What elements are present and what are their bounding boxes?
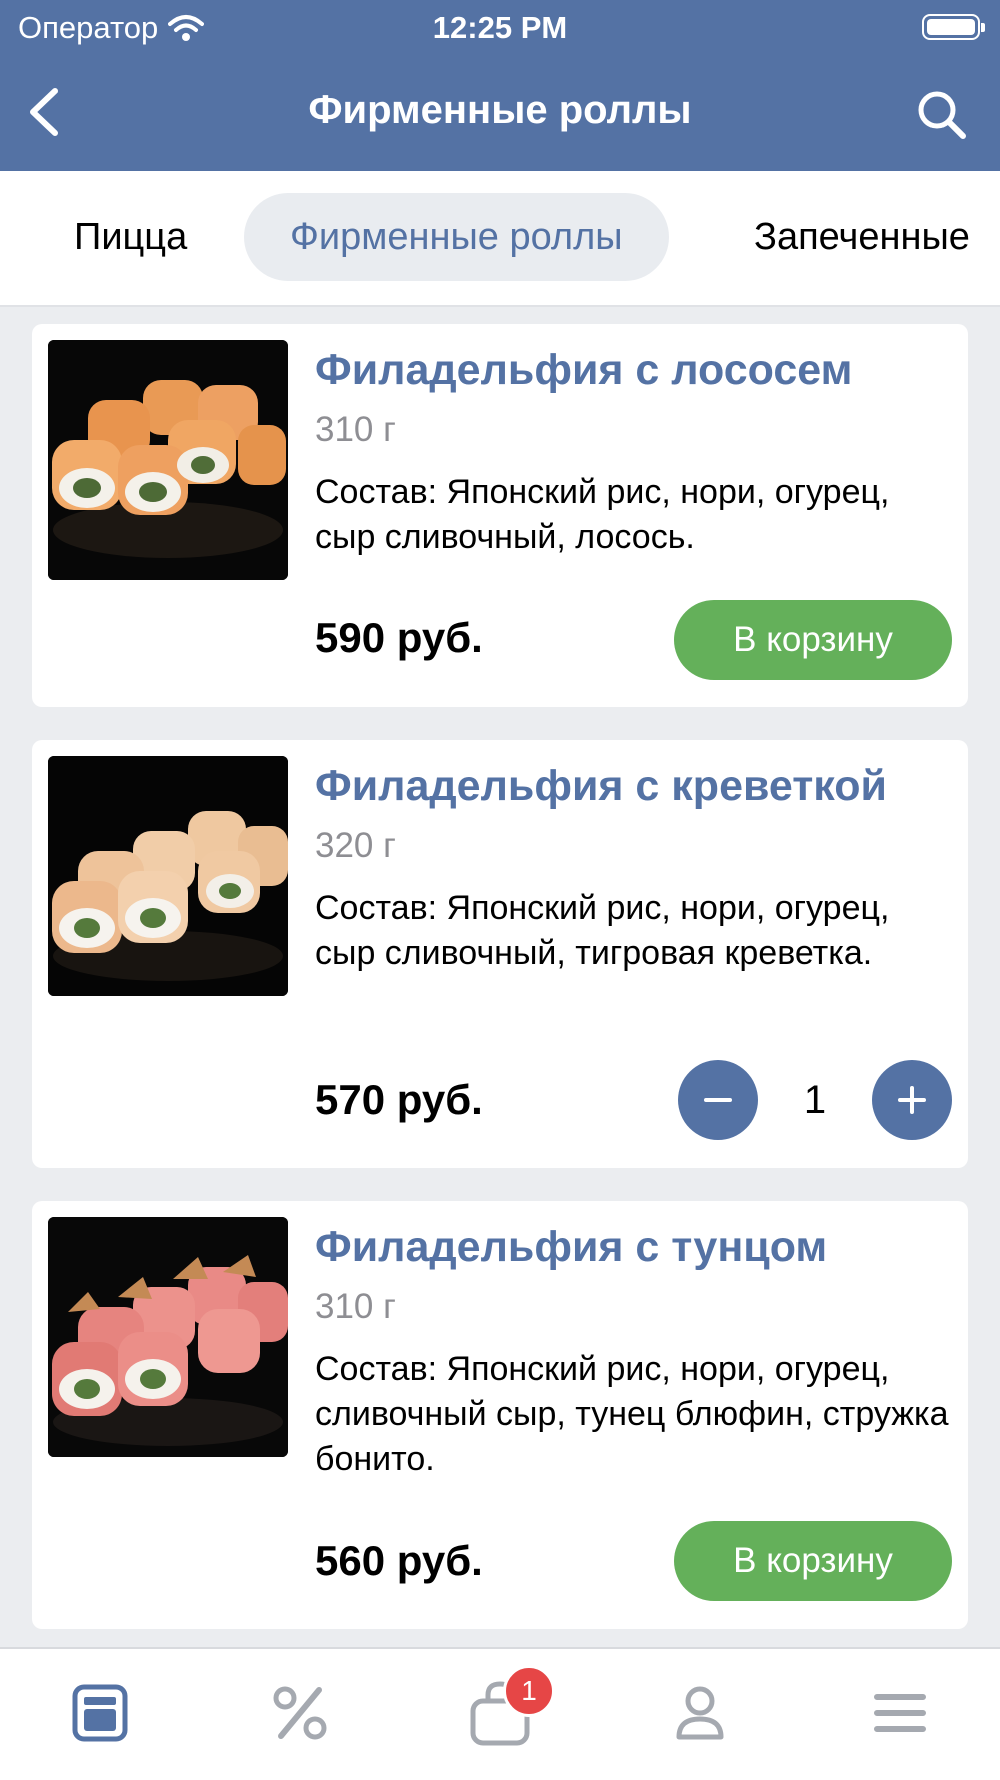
product-title[interactable]: Филадельфия с тунцом	[315, 1223, 827, 1272]
quantity-value: 1	[803, 1078, 827, 1122]
profile-icon	[676, 1686, 724, 1740]
tab-pizza[interactable]: Пицца	[74, 193, 187, 281]
category-tabs: Пицца Фирменные роллы Запеченные	[0, 171, 1000, 307]
quantity-stepper: 1	[678, 1060, 952, 1140]
product-description: Состав: Японский рис, нори, огурец, сыр …	[315, 889, 890, 972]
search-icon	[918, 91, 966, 139]
product-price: 560 руб.	[315, 1537, 483, 1584]
battery-icon	[922, 14, 985, 40]
product-title[interactable]: Филадельфия с креветкой	[315, 762, 887, 811]
plus-icon	[898, 1086, 926, 1114]
tab-signature-rolls[interactable]: Фирменные роллы	[244, 193, 669, 281]
product-card: Филадельфия с креветкой 320 г Состав: Яп…	[32, 740, 968, 1168]
add-to-cart-button[interactable]: В корзину	[674, 600, 952, 680]
bottom-tab-more[interactable]	[860, 1673, 940, 1753]
product-title[interactable]: Филадельфия с лососем	[315, 346, 852, 395]
bottom-tab-profile[interactable]	[660, 1673, 740, 1753]
product-image[interactable]	[48, 1217, 288, 1457]
product-card: Филадельфия с тунцом 310 г Состав: Японс…	[32, 1201, 968, 1629]
menu-card-icon	[72, 1684, 128, 1742]
hamburger-menu-icon	[874, 1694, 926, 1732]
product-description: Состав: Японский рис, нори, огурец, слив…	[315, 1350, 949, 1478]
add-to-cart-button[interactable]: В корзину	[674, 1521, 952, 1601]
product-image[interactable]	[48, 756, 288, 996]
bottom-tab-menu[interactable]	[60, 1673, 140, 1753]
product-weight: 310 г	[315, 1287, 396, 1326]
tab-baked[interactable]: Запеченные	[754, 193, 970, 281]
cart-badge: 1	[503, 1665, 555, 1717]
product-price: 570 руб.	[315, 1076, 483, 1123]
percent-icon	[273, 1686, 327, 1740]
top-navigation-bar: Оператор 12:25 PM Фирменные роллы	[0, 0, 1000, 171]
product-weight: 320 г	[315, 826, 396, 865]
status-time: 12:25 PM	[432, 10, 568, 45]
product-weight: 310 г	[315, 410, 396, 449]
increase-quantity-button[interactable]	[872, 1060, 952, 1140]
bottom-tab-promotions[interactable]	[260, 1673, 340, 1753]
bottom-tab-bar: 1	[0, 1647, 1000, 1780]
decrease-quantity-button[interactable]	[678, 1060, 758, 1140]
product-price: 590 руб.	[315, 614, 483, 661]
minus-icon	[704, 1098, 732, 1102]
product-image[interactable]	[48, 340, 288, 580]
product-description: Состав: Японский рис, нори, огурец, сыр …	[315, 473, 890, 556]
page-title: Фирменные роллы	[308, 88, 692, 132]
product-card: Филадельфия с лососем 310 г Состав: Япон…	[32, 324, 968, 707]
search-button[interactable]	[912, 85, 972, 145]
